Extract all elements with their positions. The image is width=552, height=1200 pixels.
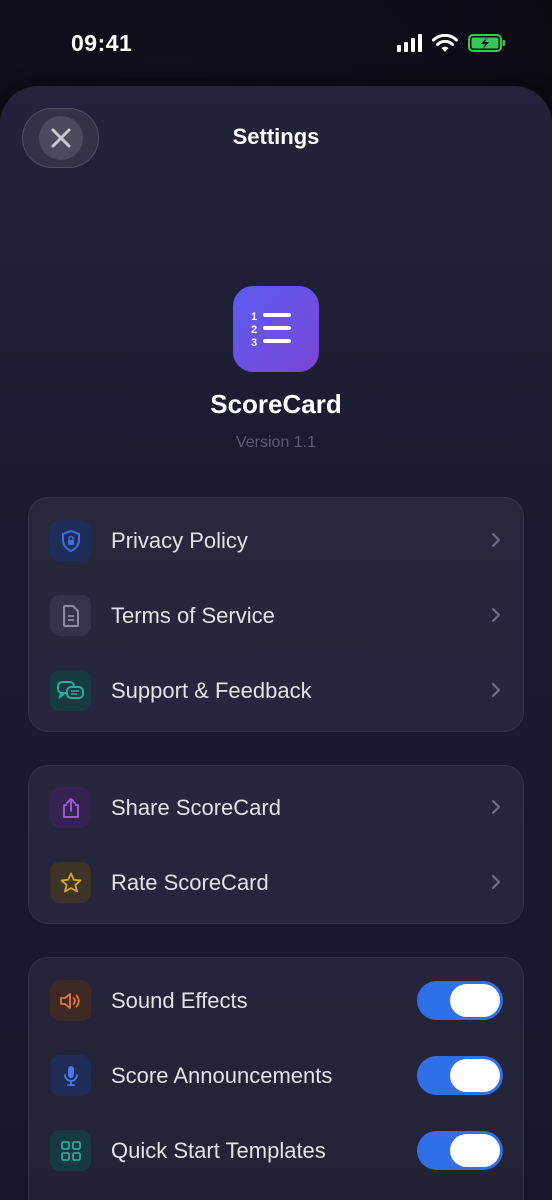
row-label: Score Announcements [111, 1062, 333, 1088]
svg-text:1: 1 [251, 311, 257, 323]
quick-start-templates-row: Quick Start Templates [29, 1113, 523, 1188]
quick-start-templates-toggle[interactable] [417, 1131, 503, 1170]
chevron-right-icon [491, 682, 501, 698]
score-announcements-row: Score Announcements [29, 1038, 523, 1113]
terms-of-service-row[interactable]: Terms of Service [29, 578, 523, 653]
status-bar: 09:41 [0, 0, 552, 88]
rate-scorecard-row[interactable]: Rate ScoreCard [29, 845, 523, 920]
toggle-knob [450, 1134, 500, 1167]
page-title: Settings [232, 124, 320, 149]
shield-lock-icon [50, 520, 91, 561]
share-scorecard-row[interactable]: Share ScoreCard [29, 770, 523, 845]
app-name: ScoreCard [210, 389, 342, 419]
document-icon [50, 595, 91, 636]
chevron-right-icon [491, 607, 501, 623]
chevron-right-icon [491, 874, 501, 890]
legal-support-group: Privacy Policy Terms of Service Support … [28, 497, 524, 732]
status-time: 09:41 [71, 30, 133, 56]
cellular-signal-icon [397, 34, 422, 52]
chevron-right-icon [491, 532, 501, 548]
row-label: Terms of Service [111, 602, 275, 628]
row-label: Privacy Policy [111, 527, 248, 553]
chevron-right-icon [491, 799, 501, 815]
battery-charging-icon [468, 34, 505, 52]
numbered-list-icon: 1 2 3 [233, 286, 319, 372]
toggle-knob [450, 984, 500, 1017]
sound-effects-toggle[interactable] [417, 981, 503, 1020]
speaker-icon [50, 980, 91, 1021]
chat-bubbles-icon [50, 670, 91, 711]
svg-text:2: 2 [251, 324, 257, 336]
toggle-knob [450, 1059, 500, 1092]
star-icon [50, 862, 91, 903]
row-label: Rate ScoreCard [111, 869, 269, 895]
row-label: Sound Effects [111, 987, 248, 1013]
row-label: Share ScoreCard [111, 794, 281, 820]
status-icons [397, 33, 506, 53]
row-label: Quick Start Templates [111, 1137, 326, 1163]
sound-effects-row: Sound Effects [29, 963, 523, 1038]
row-label: Support & Feedback [111, 677, 312, 703]
svg-text:3: 3 [251, 337, 257, 349]
wifi-icon [432, 33, 458, 52]
app-version: Version 1.1 [235, 434, 317, 451]
preferences-group: Sound Effects Score Announcements Quick … [28, 957, 524, 1200]
grid-icon [50, 1130, 91, 1171]
share-rate-group: Share ScoreCard Rate ScoreCard [28, 765, 524, 924]
score-announcements-toggle[interactable] [417, 1056, 503, 1095]
share-icon [50, 787, 91, 828]
privacy-policy-row[interactable]: Privacy Policy [29, 503, 523, 578]
microphone-icon [50, 1055, 91, 1096]
settings-sheet: Settings 1 2 3 ScoreCard Version 1.1 Pri… [0, 86, 552, 1200]
settings-screen: 09:41 Settings 1 2 3 ScoreCard Version 1… [0, 0, 552, 1200]
support-feedback-row[interactable]: Support & Feedback [29, 653, 523, 728]
